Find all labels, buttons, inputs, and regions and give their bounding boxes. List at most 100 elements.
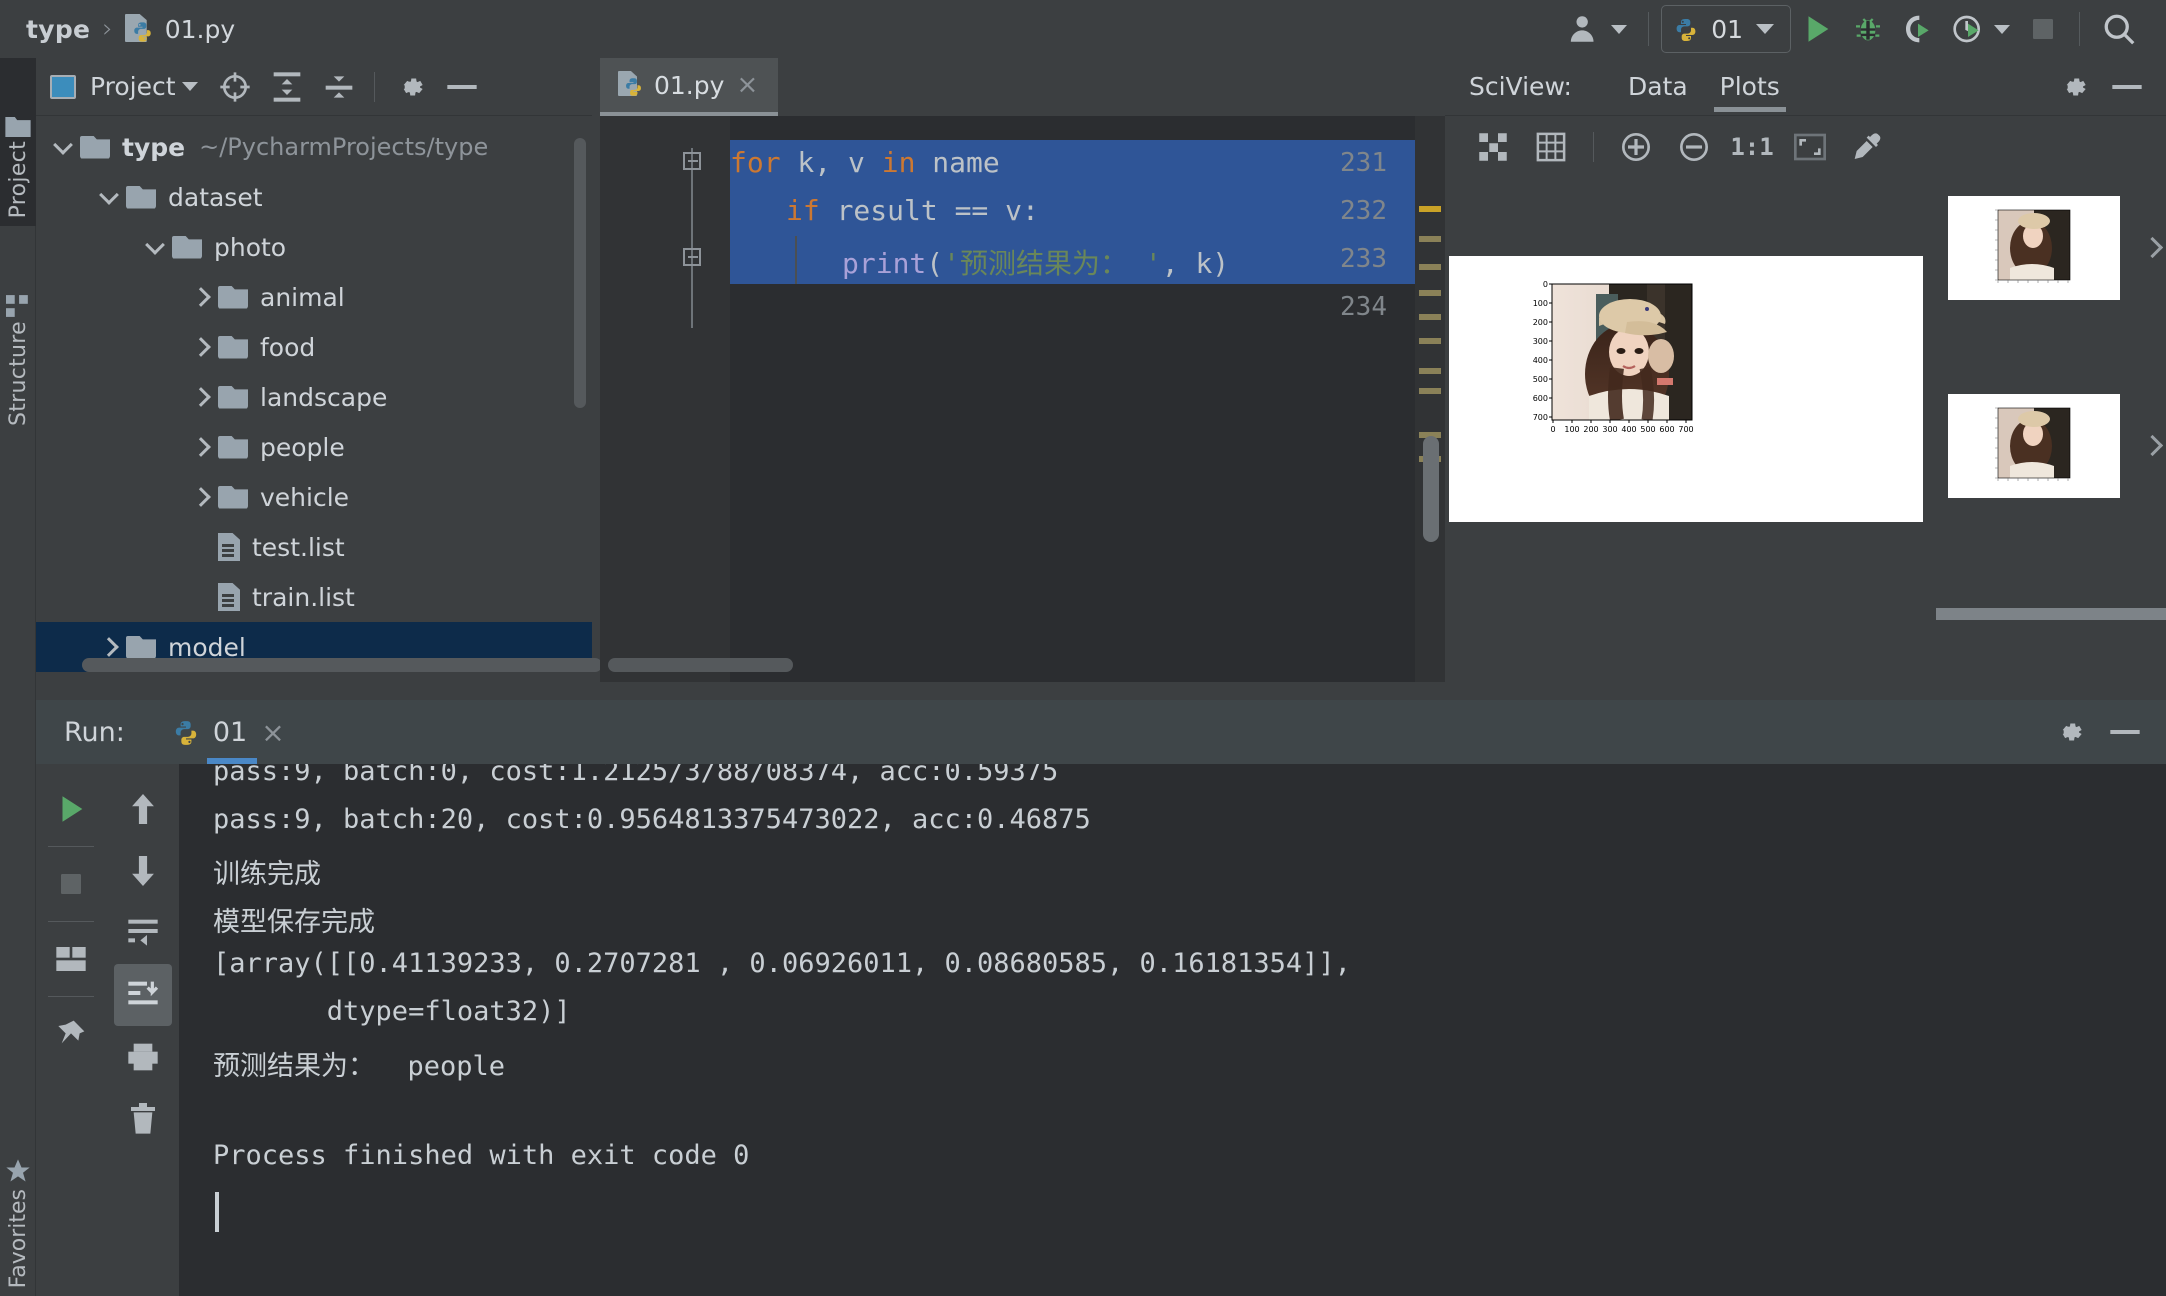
tree-item-vehicle[interactable]: vehicle (36, 472, 592, 522)
pin-tab-button[interactable] (42, 1003, 100, 1065)
chevron-right-icon[interactable] (184, 490, 218, 504)
profile-dropdown-caret[interactable] (1994, 25, 2010, 34)
run-tab-01[interactable]: 01 × (167, 700, 291, 764)
thumbnail-scrollbar[interactable] (1936, 608, 2166, 620)
chevron-down-icon[interactable] (138, 243, 172, 252)
tree-item-landscape[interactable]: landscape (36, 372, 592, 422)
user-avatar-button[interactable] (1559, 5, 1636, 53)
project-tree-horizontal-scrollbar[interactable] (82, 658, 602, 672)
sidebar-item-favorites[interactable]: Favorites (0, 1149, 36, 1288)
sidebar-item-structure[interactable]: Structure (0, 234, 36, 434)
select-opened-file-button[interactable] (210, 62, 260, 112)
actual-size-button[interactable]: 1:1 (1726, 123, 1778, 171)
chevron-right-icon[interactable] (184, 440, 218, 454)
editor-tab-01py[interactable]: 01.py × (600, 58, 778, 116)
y-tick-600: 600 (1533, 394, 1548, 403)
thumbnail-expand-chevron-icon[interactable] (2142, 237, 2163, 258)
stop-button[interactable] (2019, 5, 2067, 53)
hide-panel-button[interactable] (437, 62, 487, 112)
star-icon (4, 1157, 32, 1189)
toolbar-divider (1593, 132, 1594, 162)
down-the-stack-trace-button[interactable] (114, 840, 172, 902)
y-tick-500: 500 (1533, 375, 1548, 384)
fold-toggle-icon[interactable] (683, 248, 701, 266)
chevron-right-icon[interactable] (184, 340, 218, 354)
chevron-right-icon[interactable] (92, 640, 126, 654)
code-editor[interactable]: 231232233234 for k, v in nameif result =… (600, 116, 1445, 682)
run-button[interactable] (1791, 5, 1843, 53)
pycharm-window: type › 01.py 01 (0, 0, 2166, 1296)
chevron-down-icon[interactable] (1756, 24, 1774, 34)
thumbnail-expand-chevron-icon-2[interactable] (2142, 435, 2163, 456)
editor-vertical-scroll-thumb[interactable] (1423, 436, 1439, 542)
stop-button[interactable] (42, 853, 100, 915)
plot-thumbnail-2[interactable] (1948, 394, 2120, 498)
code-token: for (730, 146, 781, 179)
tab-data[interactable]: Data (1612, 58, 1704, 116)
print-button[interactable] (114, 1026, 172, 1088)
transparency-button[interactable] (1467, 123, 1519, 171)
file-icon (218, 583, 240, 611)
clear-all-button[interactable] (114, 1088, 172, 1150)
project-panel-title[interactable]: Project (90, 72, 176, 101)
color-picker-button[interactable] (1842, 123, 1894, 171)
tree-item-food[interactable]: food (36, 322, 592, 372)
plot-canvas[interactable]: 0 100 200 300 400 500 600 700 0 100 200 … (1449, 256, 1923, 522)
breadcrumb-file[interactable]: 01.py (165, 15, 235, 44)
editor-gutter[interactable] (600, 116, 730, 682)
expand-all-button[interactable] (262, 62, 312, 112)
tree-item-photo[interactable]: photo (36, 222, 592, 272)
zoom-in-button[interactable] (1610, 123, 1662, 171)
editor-horizontal-scrollbar[interactable] (600, 654, 1445, 676)
tree-item-type[interactable]: type~/PycharmProjects/type (36, 122, 592, 172)
project-tree[interactable]: type~/PycharmProjects/typedatasetphotoan… (36, 116, 592, 682)
project-view-chevron-down-icon[interactable] (182, 82, 198, 91)
plot-thumbnail-list[interactable] (1936, 178, 2166, 682)
tree-item-test-list[interactable]: test.list (36, 522, 592, 572)
run-with-coverage-button[interactable] (1893, 5, 1943, 53)
fold-toggle-icon[interactable] (683, 152, 701, 170)
breadcrumb-project[interactable]: type (26, 15, 90, 44)
chevron-down-icon[interactable] (92, 193, 126, 202)
scroll-to-end-button[interactable] (114, 964, 172, 1026)
x-tick-0: 0 (1550, 425, 1555, 434)
layout-button[interactable] (42, 928, 100, 990)
soft-wrap-button[interactable] (114, 902, 172, 964)
hide-panel-button[interactable] (2100, 707, 2150, 757)
plot-thumbnail-1[interactable] (1948, 196, 2120, 300)
user-dropdown-caret[interactable] (1611, 25, 1627, 34)
profile-button[interactable] (1943, 5, 2019, 53)
tree-item-dataset[interactable]: dataset (36, 172, 592, 222)
gear-icon[interactable] (2048, 62, 2098, 112)
sidebar-item-project[interactable]: Project (0, 58, 36, 226)
run-console-output[interactable]: pass:9, batch:0, cost:1.2125/3/88/08374,… (179, 764, 2166, 1296)
collapse-all-button[interactable] (314, 62, 364, 112)
chevron-right-icon[interactable] (184, 290, 218, 304)
debug-button[interactable] (1843, 5, 1893, 53)
tree-item-animal[interactable]: animal (36, 272, 592, 322)
search-everywhere-button[interactable] (2092, 5, 2146, 53)
chevron-right-icon[interactable] (184, 390, 218, 404)
chevron-down-icon[interactable] (46, 143, 80, 152)
tree-item-train-list[interactable]: train.list (36, 572, 592, 622)
code-line-233[interactable]: print('预测结果为： ', k) (730, 242, 1229, 282)
zoom-out-button[interactable] (1668, 123, 1720, 171)
close-icon[interactable]: × (261, 716, 284, 749)
project-tree-vertical-scrollbar[interactable] (574, 138, 586, 408)
editor-error-stripe[interactable] (1415, 116, 1445, 682)
folder-icon (5, 117, 31, 141)
up-the-stack-trace-button[interactable] (114, 778, 172, 840)
code-line-232[interactable]: if result == v: (730, 194, 1039, 227)
gear-icon[interactable] (385, 62, 435, 112)
stripe-mark (1419, 290, 1441, 296)
fit-to-window-button[interactable] (1784, 123, 1836, 171)
close-icon[interactable]: × (736, 70, 758, 100)
hide-panel-button[interactable] (2102, 62, 2152, 112)
code-line-231[interactable]: for k, v in name (730, 146, 1000, 179)
tree-item-people[interactable]: people (36, 422, 592, 472)
gear-icon[interactable] (2044, 707, 2094, 757)
run-configuration-selector[interactable]: 01 (1661, 5, 1791, 53)
rerun-button[interactable] (42, 778, 100, 840)
tab-plots[interactable]: Plots (1704, 58, 1796, 116)
grid-button[interactable] (1525, 123, 1577, 171)
